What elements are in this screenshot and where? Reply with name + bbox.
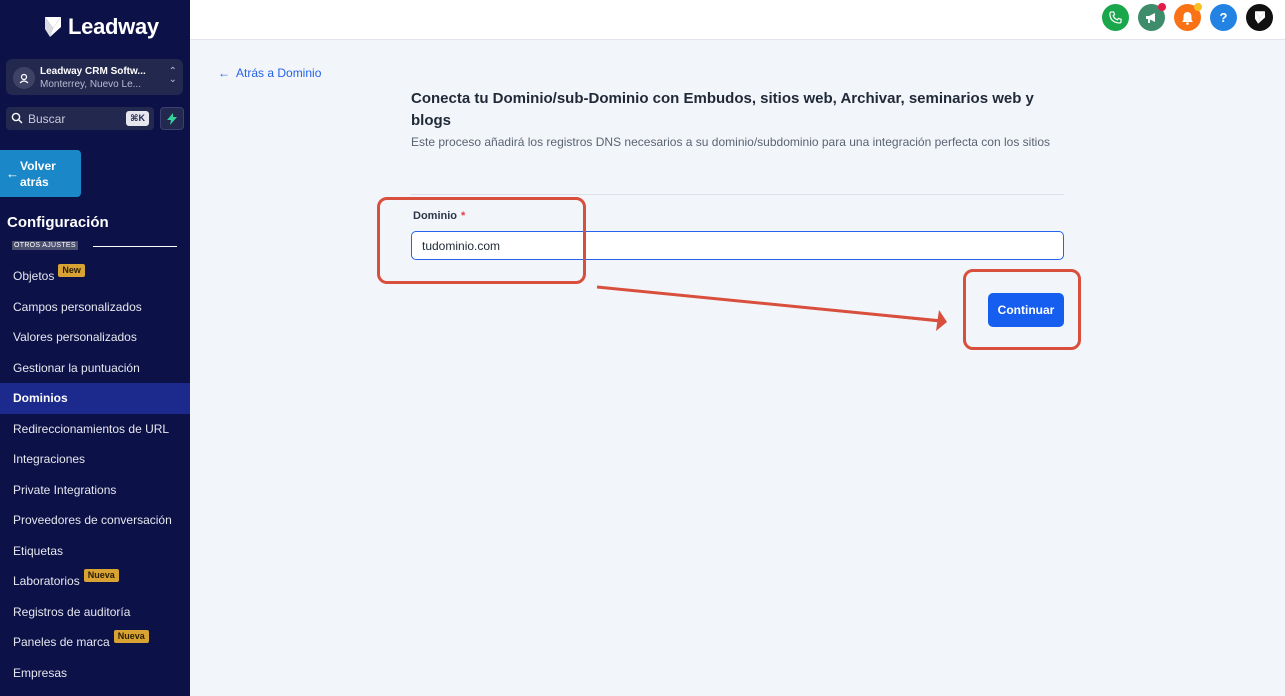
annotation-arrow — [596, 285, 947, 331]
